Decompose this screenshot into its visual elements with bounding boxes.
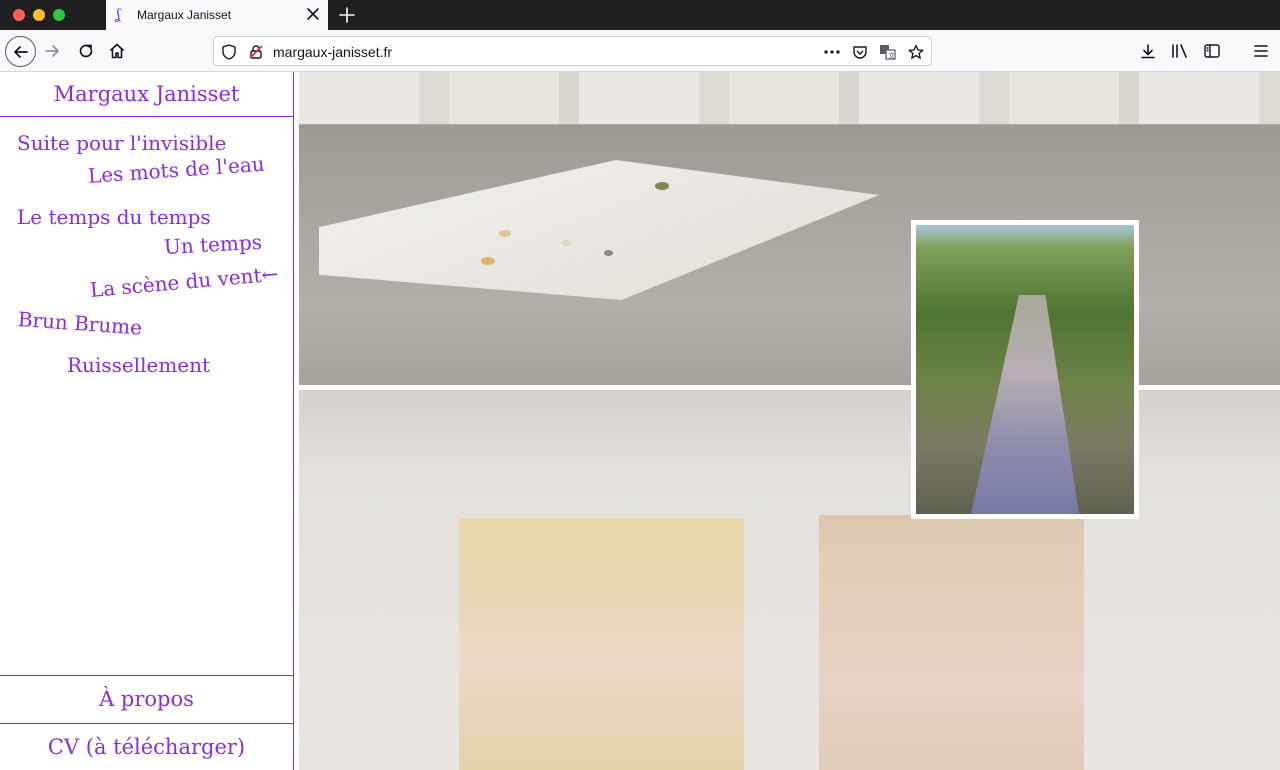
pebble	[655, 182, 669, 190]
cv-download-link[interactable]: CV (à télécharger)	[0, 723, 293, 770]
more-icon[interactable]	[823, 43, 841, 61]
pebble	[604, 250, 613, 256]
reload-button[interactable]	[72, 37, 100, 65]
site-sidebar: Margaux Janisset Suite pour l'invisible …	[0, 72, 294, 770]
pebble	[561, 240, 571, 246]
about-link[interactable]: À propos	[0, 675, 293, 723]
minimize-window-button[interactable]	[33, 9, 45, 21]
painting-right	[819, 515, 1084, 770]
plus-icon[interactable]	[337, 5, 357, 25]
app-menu-button[interactable]	[1247, 37, 1275, 65]
menu-icon	[1254, 45, 1268, 57]
favicon-icon: ʆ	[116, 7, 121, 23]
star-icon[interactable]	[907, 43, 925, 61]
menu-item-la-scene-du-vent[interactable]: La scène du vent←	[89, 262, 279, 302]
menu-item-brun-brume[interactable]: Brun Brume	[17, 307, 143, 340]
curtain-backdrop	[299, 72, 1280, 124]
close-icon[interactable]	[306, 7, 320, 21]
landscape-image	[916, 225, 1134, 514]
download-icon	[1141, 44, 1155, 59]
reload-icon	[79, 44, 93, 58]
zoom-window-button[interactable]	[53, 9, 65, 21]
tab-title: Margaux Janisset	[137, 8, 232, 22]
landscape-photo[interactable]	[911, 220, 1139, 519]
navigation-toolbar: margaux-janisset.fr 文	[0, 30, 1280, 72]
back-icon	[13, 45, 28, 58]
home-icon	[109, 43, 125, 59]
menu-item-un-temps[interactable]: Un temps	[163, 230, 262, 259]
library-button[interactable]	[1166, 37, 1194, 65]
shield-icon[interactable]	[220, 43, 238, 61]
menu-item-le-temps-du-temps[interactable]: Le temps du temps	[17, 205, 211, 229]
site-title[interactable]: Margaux Janisset	[0, 72, 293, 117]
forward-button[interactable]	[38, 37, 66, 65]
download-button[interactable]	[1134, 37, 1162, 65]
back-button[interactable]	[5, 36, 36, 67]
sidebar-icon	[1204, 44, 1220, 58]
url-bar[interactable]: margaux-janisset.fr 文	[213, 36, 932, 66]
painting-left	[459, 518, 744, 770]
menu-item-suite-pour-linvisible[interactable]: Suite pour l'invisible	[17, 131, 226, 155]
menu-item-ruissellement[interactable]: Ruissellement	[67, 353, 210, 377]
svg-text:文: 文	[888, 51, 895, 60]
water-path	[971, 295, 1079, 514]
pebble	[499, 230, 511, 237]
url-text[interactable]: margaux-janisset.fr	[273, 44, 392, 60]
pocket-icon[interactable]	[851, 43, 869, 61]
plaster-slab	[319, 160, 879, 300]
insecure-lock-icon[interactable]	[247, 43, 265, 61]
tab-bar: ʆ Margaux Janisset	[0, 0, 1280, 30]
gallery	[294, 72, 1280, 770]
home-button[interactable]	[103, 37, 131, 65]
menu-item-les-mots-de-leau[interactable]: Les mots de l'eau	[87, 152, 265, 188]
translate-icon[interactable]: 文	[879, 43, 897, 61]
close-window-button[interactable]	[13, 9, 25, 21]
library-icon	[1172, 44, 1187, 58]
forward-icon	[45, 45, 59, 57]
sidebar-button[interactable]	[1198, 37, 1226, 65]
pebble	[481, 257, 495, 265]
tab-active[interactable]: ʆ Margaux Janisset	[106, 0, 328, 30]
